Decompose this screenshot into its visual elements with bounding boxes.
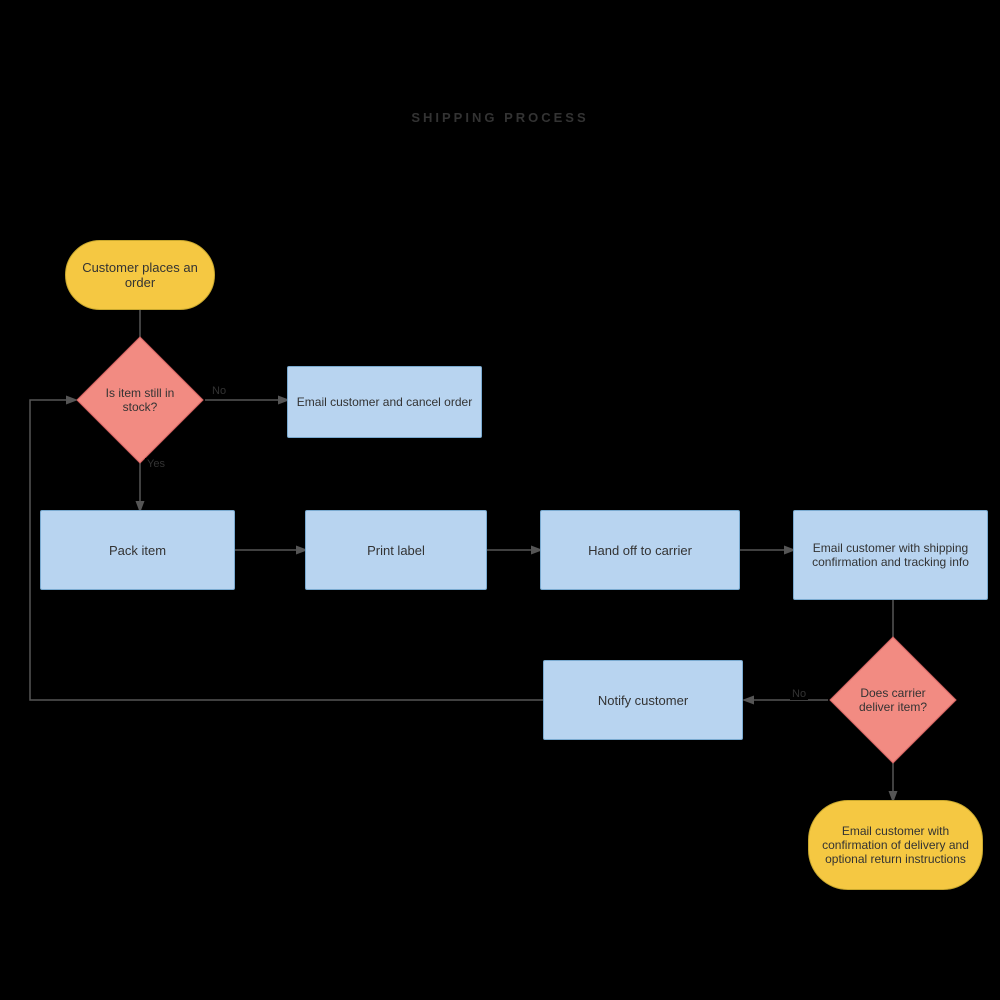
diamond1-container: Is item still in stock? bbox=[75, 358, 205, 442]
diagram-title: SHIPPING PROCESS bbox=[0, 110, 1000, 125]
pack-node: Pack item bbox=[40, 510, 235, 590]
diamond2-container: Does carrier deliver item? bbox=[828, 658, 958, 742]
diamond1-label: Is item still in stock? bbox=[90, 386, 190, 414]
handoff-node: Hand off to carrier bbox=[540, 510, 740, 590]
print-node: Print label bbox=[305, 510, 487, 590]
yes1-label: Yes bbox=[145, 458, 167, 470]
email-delivery-node: Email customer with confirmation of deli… bbox=[808, 800, 983, 890]
diamond2-label: Does carrier deliver item? bbox=[843, 686, 943, 714]
start-node: Customer places an order bbox=[65, 240, 215, 310]
cancel-node: Email customer and cancel order bbox=[287, 366, 482, 438]
email-confirm-node: Email customer with shipping confirmatio… bbox=[793, 510, 988, 600]
no2-label: No bbox=[790, 688, 808, 700]
no1-label: No bbox=[210, 385, 228, 397]
notify-node: Notify customer bbox=[543, 660, 743, 740]
